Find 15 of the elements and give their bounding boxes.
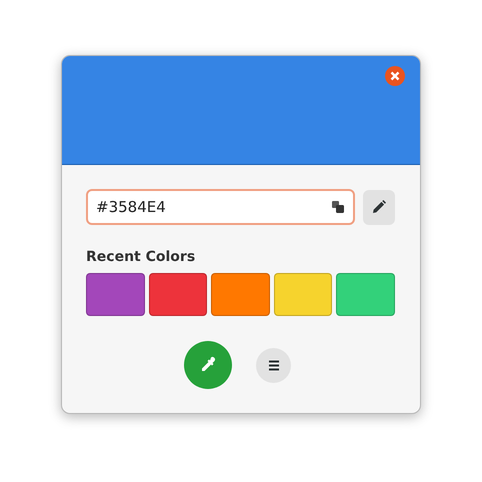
color-swatch[interactable] xyxy=(274,273,332,316)
menu-icon xyxy=(268,360,280,370)
hex-input-field[interactable]: #3584E4 xyxy=(86,189,355,225)
edit-button[interactable] xyxy=(363,190,395,224)
eyedropper-icon xyxy=(199,356,217,374)
menu-button[interactable] xyxy=(256,348,291,382)
pencil-icon xyxy=(372,200,386,214)
color-swatch[interactable] xyxy=(336,273,395,316)
color-swatch[interactable] xyxy=(86,273,145,316)
section-label: Recent Colors xyxy=(86,248,196,267)
close-icon xyxy=(390,71,400,81)
color-swatch[interactable] xyxy=(148,273,208,316)
copy-icon[interactable] xyxy=(332,201,344,213)
color-picker-button[interactable] xyxy=(184,341,232,389)
color-swatch[interactable] xyxy=(211,273,270,316)
